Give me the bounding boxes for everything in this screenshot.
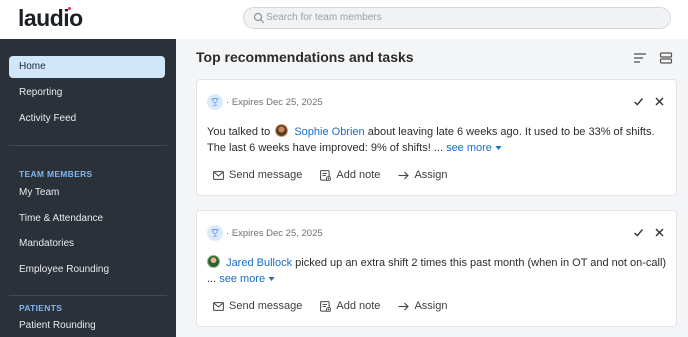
sidebar: Home Reporting Activity Feed TEAM MEMBER… [0,39,176,337]
logo-accent-dot [68,7,71,10]
close-icon[interactable] [654,227,665,238]
search-input[interactable]: Search for team members [243,7,671,29]
add-note-button[interactable]: Add note [320,169,380,181]
sidebar-item-my-team[interactable]: My Team [9,182,165,204]
trophy-icon [207,94,223,110]
sidebar-item-mandatories[interactable]: Mandatories [9,233,165,255]
assign-arrow-icon [398,171,410,179]
card-text: You talked to Sophie Obrien about leavin… [207,124,669,156]
sidebar-item-employee-rounding[interactable]: Employee Rounding [9,259,165,281]
caret-down-icon [268,277,275,281]
avatar [207,255,220,268]
search-placeholder: Search for team members [266,12,382,23]
card-meta: · Expires Dec 25, 2025 [207,94,323,110]
mail-icon [213,301,224,311]
mail-icon [213,170,224,180]
card-text-prefix: You talked to [207,126,271,138]
card-meta: · Expires Dec 25, 2025 [207,225,323,241]
patients-heading: PATIENTS [19,303,63,313]
note-icon [320,300,332,312]
card-text-body: about leaving late 6 weeks ago. It used … [207,126,655,154]
sidebar-item-time-attendance[interactable]: Time & Attendance [9,208,165,230]
sidebar-item-home[interactable]: Home [9,56,165,78]
assign-arrow-icon [398,302,410,310]
person-link[interactable]: Jared Bullock [226,257,292,269]
see-more-link[interactable]: see more [446,142,502,154]
check-icon[interactable] [633,227,644,238]
top-bar: laudio Search for team members [0,0,688,39]
send-message-button[interactable]: Send message [213,300,302,312]
check-icon[interactable] [633,96,644,107]
page-title: Top recommendations and tasks [196,49,414,65]
close-icon[interactable] [654,96,665,107]
assign-button[interactable]: Assign [398,300,447,312]
add-note-button[interactable]: Add note [320,300,380,312]
sort-icon[interactable] [633,51,647,65]
card-text: Jared Bullock picked up an extra shift 2… [207,255,669,287]
avatar [275,124,289,137]
sidebar-item-activity-feed[interactable]: Activity Feed [9,108,165,130]
recommendation-card: · Expires Dec 25, 2025 You talked to Sop… [196,79,677,196]
card-expires: · Expires Dec 25, 2025 [226,96,323,108]
see-more-link[interactable]: see more [219,273,275,285]
note-icon [320,169,332,181]
sidebar-item-patient-rounding[interactable]: Patient Rounding [9,315,165,337]
card-actions: Send message Add note Assign [213,169,465,181]
card-actions: Send message Add note Assign [213,300,465,312]
sidebar-divider [9,295,167,296]
assign-button[interactable]: Assign [398,169,447,181]
recommendation-card: · Expires Dec 25, 2025 Jared Bullock pic… [196,210,677,327]
view-toggle-icon[interactable] [659,51,673,65]
team-members-heading: TEAM MEMBERS [19,169,93,179]
person-link[interactable]: Sophie Obrien [294,126,364,138]
sidebar-divider [9,145,167,146]
sidebar-item-reporting[interactable]: Reporting [9,82,165,104]
search-icon [253,12,265,24]
app-logo[interactable]: laudio [18,5,83,32]
caret-down-icon [495,146,502,150]
send-message-button[interactable]: Send message [213,169,302,181]
trophy-icon [207,225,223,241]
card-expires: · Expires Dec 25, 2025 [226,227,323,239]
